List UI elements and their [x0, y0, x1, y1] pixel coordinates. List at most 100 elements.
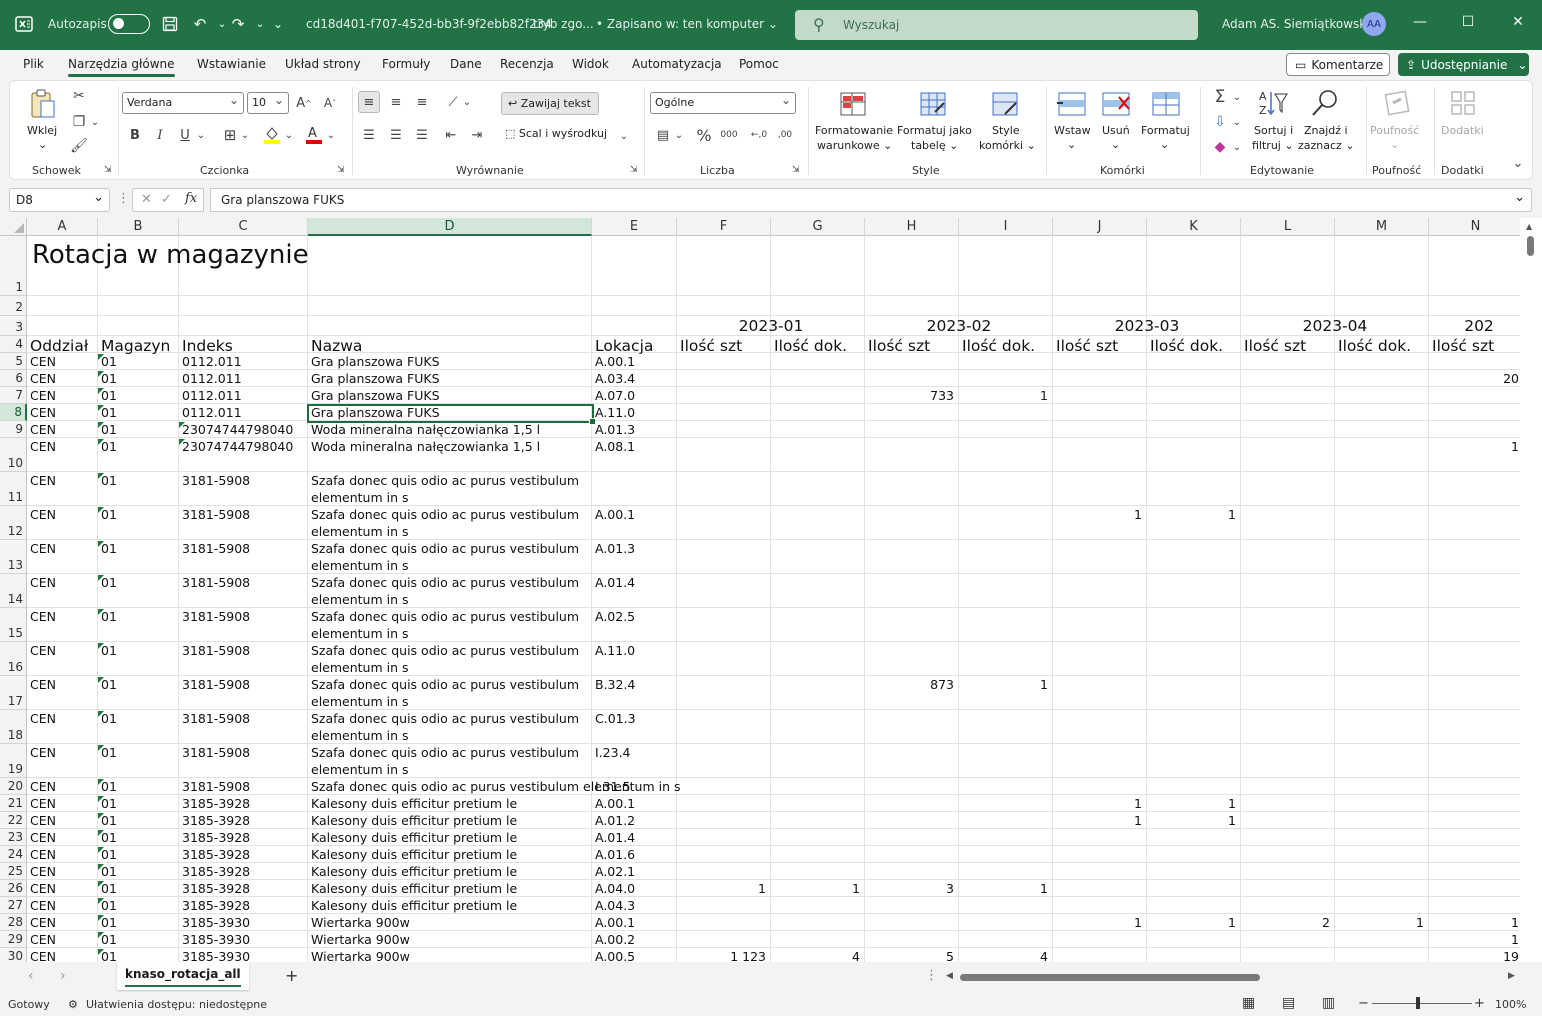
cell-lokacja[interactable]: A.01.6 — [595, 846, 635, 863]
insert-cells-icon[interactable] — [1056, 89, 1088, 119]
tab-formulas[interactable]: Formuły — [382, 57, 430, 71]
fill-color-dropdown-icon[interactable]: ⌄ — [284, 127, 294, 143]
cell-value[interactable]: 1 — [1429, 914, 1519, 931]
cell-oddzial[interactable]: CEN — [30, 880, 56, 897]
cell-lokacja[interactable]: I.31.5 — [595, 778, 631, 795]
cell-magazyn[interactable]: 01 — [101, 506, 117, 523]
cell-nazwa[interactable]: Szafa donec quis odio ac purus vestibulu… — [311, 540, 589, 574]
column-header-h[interactable]: H — [865, 218, 959, 236]
cell-nazwa[interactable]: Szafa donec quis odio ac purus vestibulu… — [311, 710, 589, 744]
cell-oddzial[interactable]: CEN — [30, 438, 56, 455]
sort-filter-icon[interactable]: AZ — [1256, 87, 1290, 119]
cell-magazyn[interactable]: 01 — [101, 421, 117, 438]
accessibility-status[interactable]: Ułatwienia dostępu: niedostępne — [86, 998, 267, 1011]
cell-value[interactable]: 1 — [1053, 506, 1142, 523]
cell-oddzial[interactable]: CEN — [30, 574, 56, 591]
clear-dropdown-icon[interactable]: ⌄ — [1232, 139, 1242, 155]
cell-magazyn[interactable]: 01 — [101, 795, 117, 812]
customize-toolbar-icon[interactable]: ⌄ — [268, 14, 288, 34]
format-as-table-button-line2[interactable]: tabelę ⌄ — [911, 138, 958, 153]
format-as-table-icon[interactable] — [918, 89, 948, 119]
cell-value[interactable]: 1 — [1147, 914, 1236, 931]
search-box[interactable]: ⚲ Wyszukaj — [795, 10, 1198, 40]
format-dropdown-icon[interactable]: ⌄ — [1160, 137, 1169, 152]
align-right-icon[interactable]: ☰ — [411, 125, 433, 145]
cell-oddzial[interactable]: CEN — [30, 404, 56, 421]
column-title[interactable]: Ilość dok. — [774, 336, 847, 356]
cell-oddzial[interactable]: CEN — [30, 676, 56, 693]
cell-nazwa[interactable]: Kalesony duis efficitur pretium le — [311, 795, 589, 812]
row-header-3[interactable]: 3 — [0, 316, 27, 336]
accounting-format-icon[interactable]: ▤ — [652, 125, 674, 145]
row-header-25[interactable]: 25 — [0, 863, 27, 880]
save-icon[interactable] — [160, 14, 180, 34]
cell-nazwa[interactable]: Wiertarka 900w — [311, 948, 589, 962]
row-header-7[interactable]: 7 — [0, 387, 27, 404]
row-header-8[interactable]: 8 — [0, 404, 27, 421]
cell-indeks[interactable]: 3181-5908 — [182, 710, 250, 727]
cell-magazyn[interactable]: 01 — [101, 370, 117, 387]
tab-page-layout[interactable]: Układ strony — [285, 57, 361, 71]
cell-value[interactable]: 1 — [1429, 931, 1519, 948]
month-header[interactable]: 2023-04 — [1241, 316, 1429, 336]
spreadsheet-grid[interactable]: ABCDEFGHIJKLMNO 123456789101112131415161… — [0, 218, 1542, 962]
decrease-decimal-button[interactable]: ,00 — [774, 125, 796, 145]
cell-oddzial[interactable]: CEN — [30, 370, 56, 387]
delete-dropdown-icon[interactable]: ⌄ — [1111, 137, 1120, 152]
insert-dropdown-icon[interactable]: ⌄ — [1067, 137, 1076, 152]
format-cells-icon[interactable] — [1150, 89, 1182, 119]
fill-dropdown-icon[interactable]: ⌄ — [1232, 114, 1242, 130]
cell-magazyn[interactable]: 01 — [101, 676, 117, 693]
row-header-15[interactable]: 15 — [0, 608, 27, 642]
cell-oddzial[interactable]: CEN — [30, 506, 56, 523]
sort-filter-button[interactable]: Sortuj i — [1254, 123, 1293, 138]
cell-lokacja[interactable]: A.00.1 — [595, 914, 635, 931]
clear-icon[interactable]: ◆ — [1210, 137, 1230, 157]
cell-nazwa[interactable]: Gra planszowa FUKS — [311, 370, 589, 387]
cell-nazwa[interactable]: Szafa donec quis odio ac purus vestibulu… — [311, 676, 589, 710]
delete-cells-icon[interactable] — [1100, 89, 1132, 119]
cell-magazyn[interactable]: 01 — [101, 472, 117, 489]
cell-indeks[interactable]: 3185-3928 — [182, 829, 250, 846]
horizontal-scroll-thumb[interactable] — [960, 974, 1260, 981]
cell-magazyn[interactable]: 01 — [101, 914, 117, 931]
horizontal-scrollbar[interactable]: ◀ ▶ — [946, 970, 1522, 984]
autosave-toggle[interactable] — [108, 14, 150, 34]
cell-value[interactable]: 1 — [771, 880, 860, 897]
copy-icon[interactable]: ❐ — [68, 113, 90, 131]
save-status[interactable]: • Zapisano w: ten komputer ⌄ — [596, 17, 778, 31]
row-header-27[interactable]: 27 — [0, 897, 27, 914]
cell-oddzial[interactable]: CEN — [30, 710, 56, 727]
cell-lokacja[interactable]: C.01.3 — [595, 710, 636, 727]
cell-lokacja[interactable]: A.02.5 — [595, 608, 635, 625]
cell-magazyn[interactable]: 01 — [101, 540, 117, 557]
cell-nazwa[interactable]: Kalesony duis efficitur pretium le — [311, 829, 589, 846]
avatar[interactable]: AA — [1362, 12, 1386, 36]
underline-button[interactable]: U — [176, 125, 194, 145]
column-header-i[interactable]: I — [959, 218, 1053, 236]
row-header-17[interactable]: 17 — [0, 676, 27, 710]
zoom-out-icon[interactable]: − — [1358, 996, 1369, 1011]
underline-dropdown-icon[interactable]: ⌄ — [196, 127, 206, 143]
cell-indeks[interactable]: 3185-3928 — [182, 880, 250, 897]
column-header-j[interactable]: J — [1053, 218, 1147, 236]
cell-indeks[interactable]: 3181-5908 — [182, 744, 250, 761]
cell-oddzial[interactable]: CEN — [30, 863, 56, 880]
orientation-dropdown-icon[interactable]: ⌄ — [462, 93, 472, 111]
row-header-14[interactable]: 14 — [0, 574, 27, 608]
cell-magazyn[interactable]: 01 — [101, 438, 117, 455]
normal-view-icon[interactable]: ▦ — [1242, 995, 1255, 1011]
column-title[interactable]: Ilość dok. — [1150, 336, 1223, 356]
column-header-e[interactable]: E — [592, 218, 677, 236]
next-sheet-icon[interactable]: › — [60, 968, 66, 984]
increase-decimal-button[interactable]: ←,0 — [748, 125, 770, 145]
row-header-4[interactable]: 4 — [0, 336, 27, 353]
vertical-scrollbar[interactable]: ▲ — [1520, 218, 1542, 962]
collapse-ribbon-icon[interactable]: ⌄ — [1510, 155, 1526, 171]
font-size-select[interactable]: 10 — [247, 92, 289, 114]
row-header-13[interactable]: 13 — [0, 540, 27, 574]
column-title[interactable]: Ilość szt — [1432, 336, 1494, 356]
column-title[interactable]: Ilość dok. — [962, 336, 1035, 356]
row-header-16[interactable]: 16 — [0, 642, 27, 676]
delete-cells-button[interactable]: Usuń — [1102, 123, 1130, 138]
